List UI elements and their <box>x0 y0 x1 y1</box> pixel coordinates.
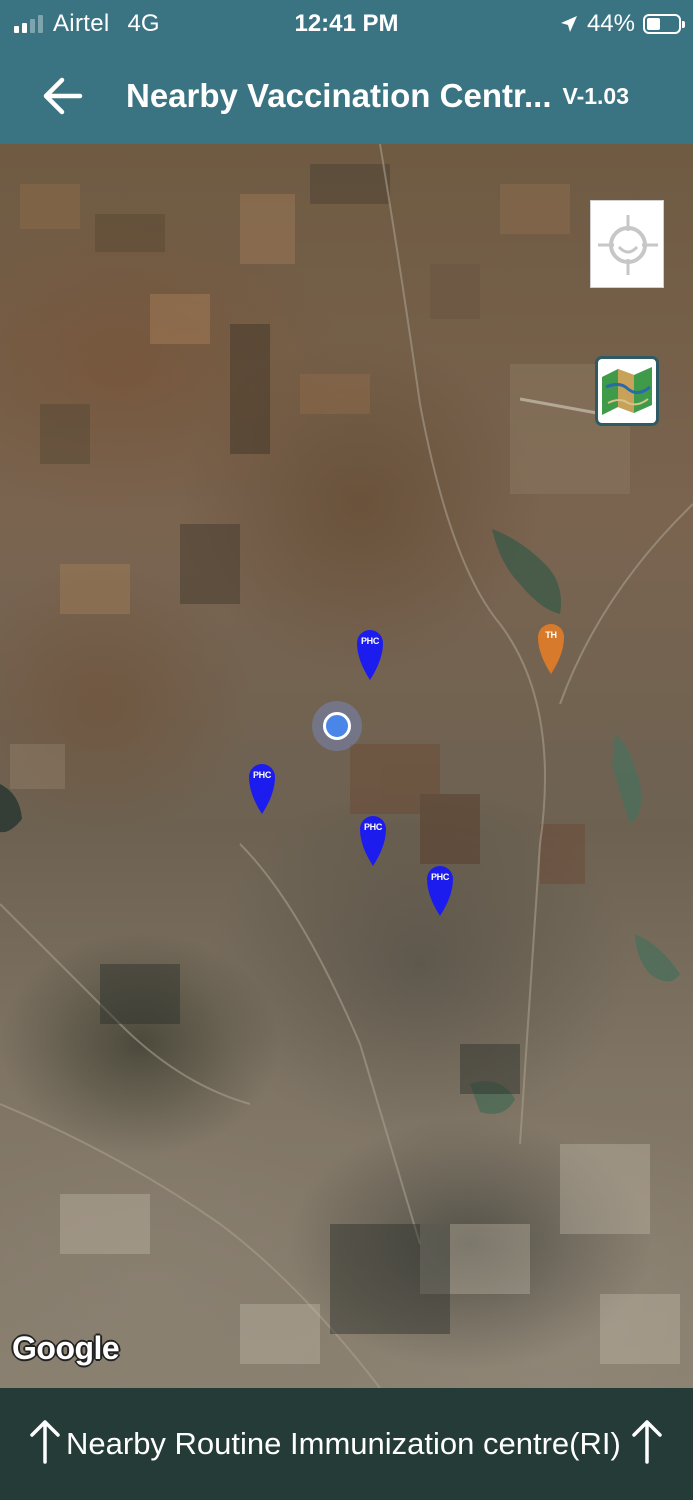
back-button[interactable] <box>36 74 90 118</box>
battery-percent: 44% <box>586 10 635 37</box>
status-bar: Airtel 4G 12:41 PM 44% <box>0 0 693 48</box>
map-marker-phc[interactable]: PHC <box>355 626 385 682</box>
battery-fill <box>647 18 660 30</box>
version-label: V-1.03 <box>562 83 630 109</box>
crosshair-icon <box>598 215 658 275</box>
map-view[interactable]: PHC TH PHC PHC PHC Google <box>0 144 693 1388</box>
arrow-up-icon <box>632 1420 662 1464</box>
location-arrow-icon <box>560 16 577 32</box>
google-attribution: Google <box>12 1330 120 1366</box>
map-layers-icon <box>602 367 652 415</box>
user-location-marker <box>312 701 362 751</box>
battery-icon <box>643 14 685 34</box>
satellite-terrain <box>0 144 693 1388</box>
map-marker-phc[interactable]: PHC <box>425 862 455 918</box>
map-marker-phc[interactable]: PHC <box>358 812 388 868</box>
status-right: 44% <box>559 10 685 38</box>
locate-me-button[interactable] <box>590 200 664 288</box>
nearby-ri-centres-button[interactable]: Nearby Routine Immunization centre(RI) <box>0 1388 693 1500</box>
user-location-dot <box>323 712 351 740</box>
app-header: Nearby Vaccination Centr... V-1.03 <box>0 48 693 144</box>
map-marker-th[interactable]: TH <box>536 620 566 676</box>
arrow-left-icon <box>43 77 83 115</box>
arrow-up-icon <box>30 1420 60 1464</box>
nearby-ri-label: Nearby Routine Immunization centre(RI) <box>66 1426 621 1461</box>
map-marker-phc[interactable]: PHC <box>247 760 277 816</box>
page-title: Nearby Vaccination Centr... <box>126 77 552 114</box>
map-layers-button[interactable] <box>595 356 659 426</box>
